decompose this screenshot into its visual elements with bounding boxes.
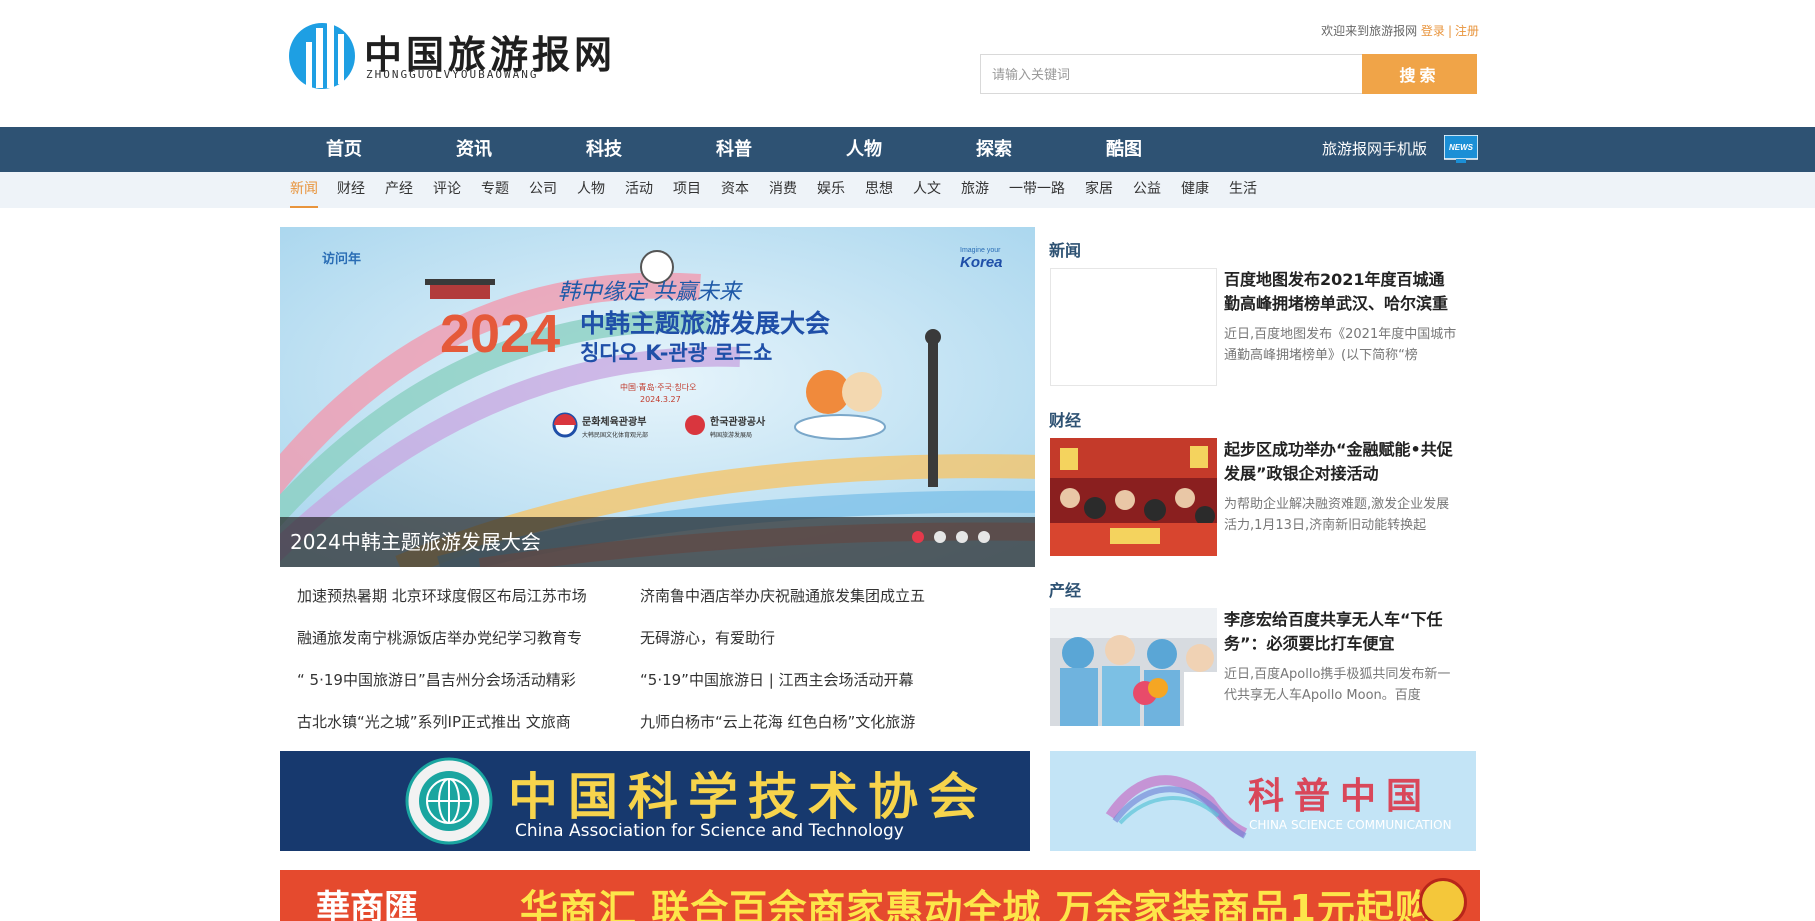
subnav-item-life[interactable]: 生活 bbox=[1229, 172, 1257, 208]
nav-item-tech[interactable]: 科技 bbox=[586, 127, 622, 172]
banner-korea-logo: Korea bbox=[960, 254, 1003, 271]
banner-sponsor1-sub: 大韩民国文化体育观光部 bbox=[582, 431, 648, 439]
kepu-banner-ad[interactable]: 科普中国 CHINA SCIENCE COMMUNICATION bbox=[1050, 751, 1476, 851]
subnav-item-finance[interactable]: 财经 bbox=[337, 172, 365, 208]
search-button[interactable]: 搜索 bbox=[1362, 54, 1477, 94]
headline-link[interactable]: 古北水镇“光之城”系列IP正式推出 文旅商 bbox=[297, 711, 622, 733]
banner-year: 2024 bbox=[440, 304, 560, 364]
nav-item-news[interactable]: 资讯 bbox=[456, 127, 492, 172]
cast-emblem-icon bbox=[405, 757, 493, 845]
banner-sponsor1: 문화체육관광부 bbox=[582, 415, 646, 428]
hero-carousel[interactable]: 访问年 Imagine your Korea 韩中缘定 共赢未来 2024 中韩… bbox=[280, 227, 1035, 567]
logo-mark-icon bbox=[289, 20, 355, 89]
banner-sponsor2: 한국관광공사 bbox=[710, 415, 766, 428]
subnav-item-consume[interactable]: 消费 bbox=[769, 172, 797, 208]
nav-item-home[interactable]: 首页 bbox=[326, 127, 362, 172]
subnav-item-charity[interactable]: 公益 bbox=[1133, 172, 1161, 208]
sub-nav: 新闻 财经 产经 评论 专题 公司 人物 活动 项目 资本 消费 娱乐 思想 人… bbox=[0, 172, 1815, 208]
cast-banner-ad[interactable]: 中国科学技术协会 China Association for Science a… bbox=[280, 751, 1030, 851]
register-link[interactable]: 注册 bbox=[1455, 24, 1479, 38]
section-title-industry[interactable]: 产经 bbox=[1049, 577, 1081, 601]
login-link[interactable]: 登录 bbox=[1421, 24, 1445, 38]
carousel-caption[interactable]: 2024中韩主题旅游发展大会 bbox=[290, 517, 541, 567]
subnav-item-health[interactable]: 健康 bbox=[1181, 172, 1209, 208]
headline-link[interactable]: 济南鲁中酒店举办庆祝融通旅发集团成立五 bbox=[640, 585, 965, 607]
headline-link[interactable]: “ 5·19中国旅游日”昌吉州分会场活动精彩 bbox=[297, 669, 622, 691]
carousel-dot-1[interactable] bbox=[912, 531, 924, 543]
banner-korea-logo-top: Imagine your bbox=[960, 247, 1001, 254]
section-title-news[interactable]: 新闻 bbox=[1049, 237, 1081, 261]
subnav-item-topic[interactable]: 专题 bbox=[481, 172, 509, 208]
top-links: 欢迎来到旅游报网 登录 | 注册 bbox=[1321, 22, 1479, 39]
banner-date: 2024.3.27 bbox=[640, 395, 681, 404]
nav-item-people[interactable]: 人物 bbox=[846, 127, 882, 172]
news-badge-text: NEWS bbox=[1449, 143, 1474, 152]
finance-article-title[interactable]: 起步区成功举办“金融赋能•共促发展”政银企对接活动 bbox=[1224, 438, 1460, 486]
promo-seal-icon bbox=[1419, 878, 1467, 921]
subnav-item-news[interactable]: 新闻 bbox=[290, 172, 318, 208]
welcome-text: 欢迎来到旅游报网 bbox=[1321, 24, 1418, 38]
main-nav: 首页 资讯 科技 科普 人物 探索 酷图 旅游报网手机版 NEWS bbox=[0, 127, 1815, 172]
subnav-item-company[interactable]: 公司 bbox=[529, 172, 557, 208]
finance-article-desc: 为帮助企业解决融资难题,激发企业发展活力,1月13日,济南新旧动能转换起 bbox=[1224, 497, 1450, 533]
promo-text: 华商汇 联合百余商家惠动全城 万余家装商品1元起购 bbox=[520, 887, 1434, 921]
finance-thumbnail[interactable] bbox=[1050, 438, 1217, 556]
banner-sponsor2-sub: 韩国旅游发展局 bbox=[710, 431, 752, 439]
subnav-item-thought[interactable]: 思想 bbox=[865, 172, 893, 208]
carousel-dot-3[interactable] bbox=[956, 531, 968, 543]
search-input[interactable] bbox=[980, 54, 1362, 94]
banner-slogan: 韩中缘定 共赢未来 bbox=[558, 280, 743, 305]
site-logo[interactable]: 中国旅游报网 ZHONGGUOLVYOUBAOWANG bbox=[288, 18, 612, 90]
industry-article-title[interactable]: 李彦宏给百度共享无人车“下任务”：必须要比打车便宜 bbox=[1224, 608, 1460, 656]
nav-item-explore[interactable]: 探索 bbox=[976, 127, 1012, 172]
link-separator: | bbox=[1447, 24, 1452, 38]
cast-ad-subtitle: China Association for Science and Techno… bbox=[515, 821, 904, 841]
news-article-desc: 近日,百度地图发布《2021年度中国城市通勤高峰拥堵榜单》(以下简称“榜 bbox=[1224, 327, 1457, 363]
industry-thumbnail[interactable] bbox=[1050, 608, 1217, 726]
section-title-finance[interactable]: 财经 bbox=[1049, 407, 1081, 431]
news-article-title[interactable]: 百度地图发布2021年度百城通勤高峰拥堵榜单武汉、哈尔滨重回T bbox=[1224, 268, 1460, 316]
industry-article-desc: 近日,百度Apollo携手极狐共同发布新一代共享无人车Apollo Moon。百… bbox=[1224, 667, 1451, 703]
kepu-ad-title: 科普中国 bbox=[1248, 776, 1433, 817]
subnav-item-comment[interactable]: 评论 bbox=[433, 172, 461, 208]
subnav-item-travel[interactable]: 旅游 bbox=[961, 172, 989, 208]
industry-thumbnail-image bbox=[1050, 608, 1217, 726]
news-thumbnail[interactable] bbox=[1050, 268, 1217, 386]
banner-korean: 칭다오 K-관광 로드쇼 bbox=[580, 341, 772, 365]
kepu-ad-subtitle: CHINA SCIENCE COMMUNICATION bbox=[1249, 818, 1452, 832]
bottom-promo-ad[interactable]: 華商匯 华商汇 联合百余商家惠动全城 万余家装商品1元起购 bbox=[280, 870, 1480, 921]
subnav-item-project[interactable]: 项目 bbox=[673, 172, 701, 208]
carousel-caption-bar: 2024中韩主题旅游发展大会 bbox=[280, 517, 1035, 567]
subnav-item-entertainment[interactable]: 娱乐 bbox=[817, 172, 845, 208]
headline-link[interactable]: 无碍游心，有爱助行 bbox=[640, 627, 965, 649]
subnav-item-event[interactable]: 活动 bbox=[625, 172, 653, 208]
carousel-slide-image[interactable]: 访问年 Imagine your Korea 韩中缘定 共赢未来 2024 中韩… bbox=[280, 227, 1035, 567]
subnav-item-capital[interactable]: 资本 bbox=[721, 172, 749, 208]
subnav-item-belt-road[interactable]: 一带一路 bbox=[1009, 172, 1065, 208]
carousel-dot-4[interactable] bbox=[978, 531, 990, 543]
headline-link[interactable]: 九师白杨市“云上花海 红色白杨”文化旅游 bbox=[640, 711, 965, 733]
nav-item-science[interactable]: 科普 bbox=[716, 127, 752, 172]
headline-link[interactable]: 加速预热暑期 北京环球度假区布局江苏市场 bbox=[297, 585, 622, 607]
logo-text-en: ZHONGGUOLVYOUBAOWANG bbox=[366, 68, 539, 81]
subnav-item-humanities[interactable]: 人文 bbox=[913, 172, 941, 208]
subnav-item-home[interactable]: 家居 bbox=[1085, 172, 1113, 208]
banner-tag: 访问年 bbox=[322, 251, 361, 267]
banner-place: 中国·青岛·주국·칭다오 bbox=[620, 382, 696, 392]
promo-brand: 華商匯 bbox=[316, 888, 418, 921]
subnav-item-people[interactable]: 人物 bbox=[577, 172, 605, 208]
headline-link[interactable]: “5·19”中国旅游日 | 江西主会场活动开幕 bbox=[640, 669, 965, 691]
kepu-ribbon-icon bbox=[1105, 775, 1248, 839]
cast-ad-title: 中国科学技术协会 bbox=[508, 767, 988, 826]
subnav-item-industry[interactable]: 产经 bbox=[385, 172, 413, 208]
news-badge-icon[interactable]: NEWS bbox=[1444, 135, 1478, 163]
banner-title: 中韩主题旅游发展大会 bbox=[580, 309, 830, 338]
nav-item-gallery[interactable]: 酷图 bbox=[1106, 127, 1142, 172]
finance-thumbnail-image bbox=[1050, 438, 1217, 556]
headline-link[interactable]: 融通旅发南宁桃源饭店举办党纪学习教育专 bbox=[297, 627, 622, 649]
carousel-dot-2[interactable] bbox=[934, 531, 946, 543]
mobile-version-link[interactable]: 旅游报网手机版 bbox=[1322, 127, 1427, 172]
